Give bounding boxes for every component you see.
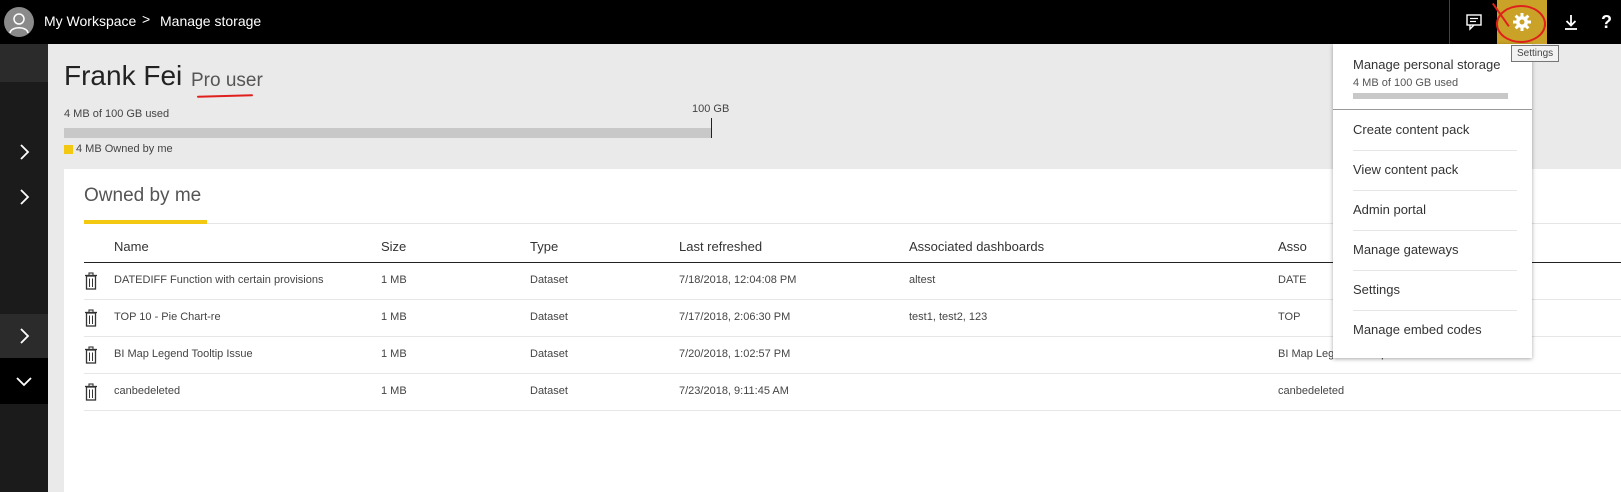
chevron-right-icon — [20, 144, 30, 160]
menu-item-manage-embed-codes[interactable]: Manage embed codes — [1353, 310, 1517, 350]
column-header-type[interactable]: Type — [530, 239, 558, 254]
column-header-associated-reports[interactable]: Asso — [1278, 239, 1307, 254]
download-icon — [1565, 15, 1577, 30]
nav-expand-button[interactable] — [0, 314, 48, 358]
nav-expand-button[interactable] — [0, 177, 48, 217]
chevron-right-icon — [20, 328, 30, 344]
nav-rail-header[interactable] — [0, 44, 48, 82]
storage-usage-text: 4 MB of 100 GB used — [64, 108, 170, 120]
dataset-associated-dashboards[interactable]: altest — [909, 274, 935, 286]
dataset-size: 1 MB — [381, 348, 407, 360]
dataset-type: Dataset — [530, 274, 568, 286]
dataset-last-refreshed: 7/20/2018, 1:02:57 PM — [679, 348, 791, 360]
left-navigation-rail — [0, 44, 48, 492]
storage-capacity-label: 100 GB — [692, 103, 730, 115]
feedback-icon — [1466, 14, 1482, 31]
nav-collapse-button[interactable] — [0, 358, 48, 404]
dataset-type: Dataset — [530, 348, 568, 360]
breadcrumb-current-page: Manage storage — [160, 13, 262, 29]
annotation-circle — [1496, 5, 1546, 43]
top-bar: My Workspace > Manage storage ? — [0, 0, 1621, 44]
chevron-right-icon — [20, 189, 30, 205]
menu-item-view-content-pack[interactable]: View content pack — [1353, 150, 1517, 191]
dataset-associated-reports[interactable]: TOP — [1278, 311, 1300, 323]
user-license-type: Pro user — [191, 70, 263, 91]
column-header-last-refreshed[interactable]: Last refreshed — [679, 239, 762, 254]
annotation-underline — [196, 94, 254, 98]
menu-item-manage-gateways[interactable]: Manage gateways — [1353, 230, 1517, 271]
feedback-button[interactable] — [1450, 0, 1498, 44]
dataset-type: Dataset — [530, 385, 568, 397]
settings-dropdown-menu: Manage personal storage 4 MB of 100 GB u… — [1333, 44, 1532, 358]
dataset-name[interactable]: TOP 10 - Pie Chart-re — [114, 311, 221, 323]
dataset-size: 1 MB — [381, 385, 407, 397]
table-row: canbedeleted 1 MB Dataset 7/23/2018, 9:1… — [84, 374, 1621, 411]
dataset-last-refreshed: 7/17/2018, 2:06:30 PM — [679, 311, 791, 323]
menu-item-settings[interactable]: Settings — [1353, 270, 1517, 311]
storage-legend: 4 MB Owned by me — [64, 143, 173, 155]
download-button[interactable] — [1547, 0, 1595, 44]
dataset-last-refreshed: 7/18/2018, 12:04:08 PM — [679, 274, 797, 286]
menu-item-manage-personal-storage[interactable]: Manage personal storage 4 MB of 100 GB u… — [1333, 44, 1532, 110]
menu-storage-title: Manage personal storage — [1353, 57, 1501, 72]
storage-usage-bar — [64, 128, 712, 138]
breadcrumb-workspace-link[interactable]: My Workspace — [44, 13, 136, 29]
help-button[interactable]: ? — [1601, 0, 1621, 44]
trash-icon[interactable] — [84, 383, 98, 401]
help-icon: ? — [1601, 11, 1612, 32]
dataset-size: 1 MB — [381, 274, 407, 286]
legend-swatch — [64, 144, 73, 154]
menu-storage-bar — [1353, 93, 1508, 99]
tab-owned-by-me[interactable]: Owned by me — [84, 185, 201, 207]
dataset-name[interactable]: canbedeleted — [114, 385, 180, 397]
dataset-size: 1 MB — [381, 311, 407, 323]
chevron-down-icon — [16, 377, 32, 387]
menu-storage-usage: 4 MB of 100 GB used — [1353, 77, 1459, 89]
settings-tooltip: Settings — [1511, 45, 1560, 62]
user-name: Frank Fei — [64, 60, 183, 91]
dataset-last-refreshed: 7/23/2018, 9:11:45 AM — [679, 385, 789, 397]
dataset-associated-reports[interactable]: DATE — [1278, 274, 1307, 286]
column-header-associated-dashboards[interactable]: Associated dashboards — [909, 239, 1044, 254]
trash-icon[interactable] — [84, 309, 98, 327]
trash-icon[interactable] — [84, 272, 98, 290]
trash-icon[interactable] — [84, 346, 98, 364]
menu-item-admin-portal[interactable]: Admin portal — [1353, 190, 1517, 231]
breadcrumb-separator-icon: > — [142, 11, 151, 27]
column-header-name[interactable]: Name — [114, 239, 149, 254]
nav-expand-button[interactable] — [0, 132, 48, 172]
dataset-associated-reports[interactable]: canbedeleted — [1278, 385, 1344, 397]
dataset-type: Dataset — [530, 311, 568, 323]
menu-item-create-content-pack[interactable]: Create content pack — [1353, 110, 1517, 151]
dataset-name[interactable]: DATEDIFF Function with certain provision… — [114, 274, 323, 286]
storage-capacity-marker — [711, 118, 712, 138]
legend-label: 4 MB Owned by me — [76, 143, 173, 155]
tab-active-indicator — [84, 220, 207, 224]
dataset-associated-dashboards[interactable]: test1, test2, 123 — [909, 311, 987, 323]
column-header-size[interactable]: Size — [381, 239, 406, 254]
dataset-name[interactable]: BI Map Legend Tooltip Issue — [114, 348, 253, 360]
user-avatar-icon[interactable] — [4, 7, 34, 37]
